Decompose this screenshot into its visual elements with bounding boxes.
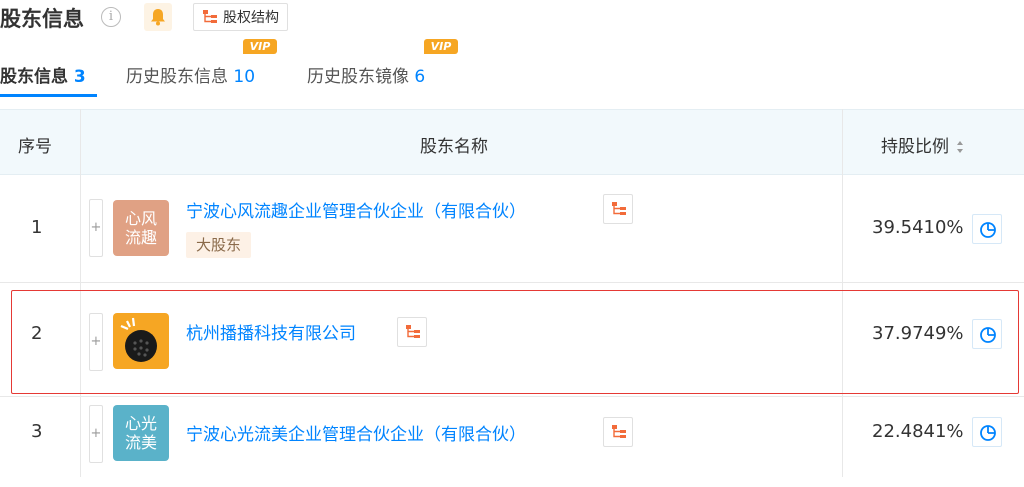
table-header: 序号 股东名称 持股比例	[0, 109, 1024, 175]
equity-tree-button[interactable]	[603, 417, 633, 447]
equity-structure-label: 股权结构	[223, 10, 279, 26]
tree-icon	[612, 425, 626, 438]
tab-bar: 股东信息 3 VIP 历史股东信息 10 VIP 历史股东镜像 6	[0, 38, 1024, 98]
column-header-ratio[interactable]: 持股比例	[881, 132, 964, 157]
major-shareholder-tag: 大股东	[186, 232, 252, 258]
tab-label: 历史股东信息	[126, 67, 228, 87]
table-row: 3 + 心光流美 宁波心光流美企业管理合伙企业（有限合伙） 22.4841%	[0, 397, 1024, 487]
equity-structure-button[interactable]: 股权结构	[193, 3, 288, 31]
vip-badge: VIP	[243, 39, 277, 54]
ratio-header-label: 持股比例	[881, 137, 949, 157]
expand-button[interactable]: +	[89, 199, 103, 257]
sort-icon	[957, 141, 964, 153]
ratio-chart-button[interactable]	[972, 214, 1002, 244]
vip-badge: VIP	[424, 39, 458, 54]
tree-icon	[612, 202, 626, 215]
holding-ratio: 22.4841%	[872, 421, 964, 442]
tab-shareholder-info[interactable]: 股东信息 3	[0, 62, 86, 87]
tab-count: 10	[233, 67, 256, 87]
holding-ratio: 39.5410%	[872, 217, 964, 238]
bell-button[interactable]	[144, 3, 172, 31]
info-icon[interactable]: i	[101, 7, 121, 27]
tab-count: 3	[73, 67, 86, 87]
company-logo: 心光流美	[113, 405, 169, 461]
company-logo: 心风流趣	[113, 200, 169, 256]
page-title: 股东信息	[0, 7, 84, 31]
tab-label: 历史股东镜像	[307, 67, 409, 87]
expand-button[interactable]: +	[89, 405, 103, 463]
column-header-name: 股东名称	[420, 137, 488, 157]
tree-icon	[203, 10, 217, 23]
bell-icon	[151, 9, 165, 26]
highlight-box	[11, 290, 1019, 394]
tab-history-shareholders[interactable]: 历史股东信息 10	[126, 62, 255, 87]
pie-chart-icon	[980, 425, 996, 441]
section-header: 股东信息 i 股权结构	[0, 0, 1024, 36]
pie-chart-icon	[980, 222, 996, 238]
ratio-chart-button[interactable]	[972, 417, 1002, 447]
tab-history-snapshot[interactable]: 历史股东镜像 6	[307, 62, 425, 87]
column-header-index: 序号	[18, 137, 52, 157]
equity-tree-button[interactable]	[603, 194, 633, 224]
active-tab-indicator	[0, 94, 97, 97]
row-index: 3	[31, 421, 43, 442]
table-row: 1 + 心风流趣 宁波心风流趣企业管理合伙企业（有限合伙） 大股东 39.541…	[0, 175, 1024, 283]
tab-label: 股东信息	[0, 67, 68, 87]
logo-text: 心光流美	[124, 414, 157, 452]
shareholder-name-link[interactable]: 宁波心光流美企业管理合伙企业（有限合伙）	[186, 420, 526, 445]
shareholder-name-link[interactable]: 宁波心风流趣企业管理合伙企业（有限合伙）	[186, 197, 526, 222]
row-index: 1	[31, 217, 43, 238]
tab-count: 6	[414, 67, 426, 87]
logo-text: 心风流趣	[124, 209, 157, 247]
